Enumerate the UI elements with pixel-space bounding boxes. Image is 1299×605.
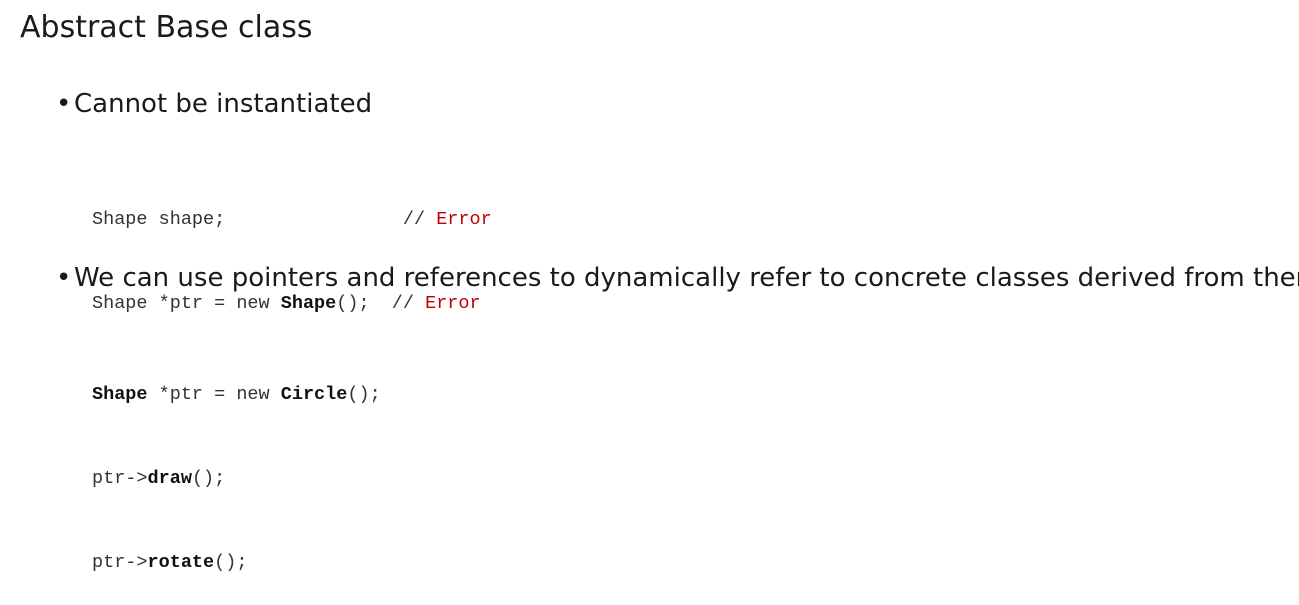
code-spacing xyxy=(370,293,392,314)
code-keyword: rotate xyxy=(147,552,215,573)
code-text: *ptr = new xyxy=(147,384,281,405)
bullet-text: We can use pointers and references to dy… xyxy=(74,263,1299,293)
code-text: Shape *ptr = new xyxy=(92,293,281,314)
bullet-pointers-references: • We can use pointers and references to d… xyxy=(56,262,1299,294)
code-keyword: Circle xyxy=(280,384,348,405)
code-text: Shape shape; xyxy=(92,209,226,230)
code-comment: // xyxy=(402,209,437,230)
code-line: Shape *ptr = new Circle(); xyxy=(92,381,381,409)
code-keyword: Shape xyxy=(280,293,337,314)
code-block-polymorphism: Shape *ptr = new Circle(); ptr->draw(); … xyxy=(92,325,381,605)
code-line: Shape shape; // Error xyxy=(92,206,492,234)
code-spacing xyxy=(225,209,403,230)
code-text: ptr-> xyxy=(92,552,148,573)
code-line: Shape *ptr = new Shape(); // Error xyxy=(92,290,492,318)
code-line: ptr->rotate(); xyxy=(92,549,381,577)
code-text: (); xyxy=(214,552,248,573)
code-text: (); xyxy=(191,468,226,489)
code-block-instantiation-errors: Shape shape; // Error Shape *ptr = new S… xyxy=(92,150,492,346)
bullet-cannot-instantiate: • Cannot be instantiated xyxy=(56,88,372,120)
code-error-label: Error xyxy=(436,209,492,230)
code-keyword: draw xyxy=(147,468,192,489)
code-line: ptr->draw(); xyxy=(92,465,381,493)
code-error-label: Error xyxy=(425,293,481,314)
code-text: (); xyxy=(347,384,381,405)
bullet-dot-icon: • xyxy=(56,89,72,119)
code-comment: // xyxy=(391,293,426,314)
code-text: ptr-> xyxy=(92,468,148,489)
bullet-text: Cannot be instantiated xyxy=(74,89,373,119)
slide-title: Abstract Base class xyxy=(20,10,313,45)
code-keyword: Shape xyxy=(92,384,148,405)
bullet-dot-icon: • xyxy=(56,263,72,293)
code-text: (); xyxy=(336,293,370,314)
